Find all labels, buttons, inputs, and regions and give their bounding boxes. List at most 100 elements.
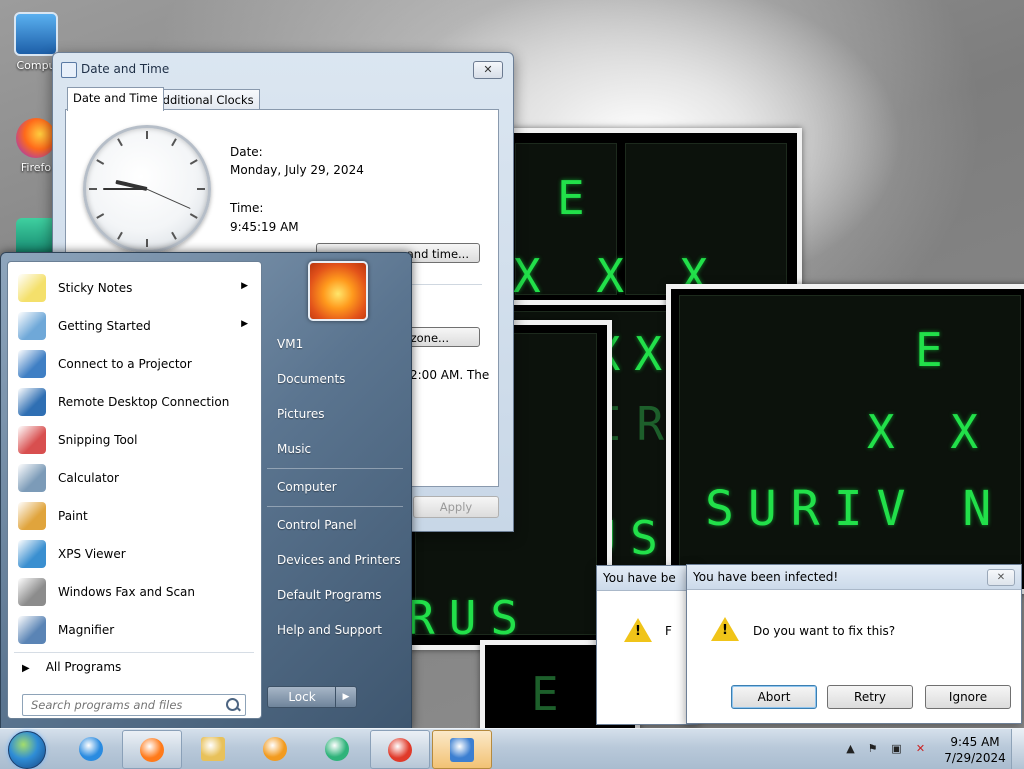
virus-text: X X X [867, 405, 1024, 459]
start-item-label: Calculator [58, 471, 119, 485]
projector-icon [18, 350, 46, 378]
tab-date-and-time[interactable]: Date and Time [67, 87, 164, 111]
app-red-face-icon [388, 738, 412, 762]
dialog-message: Do you want to fix this? [753, 624, 896, 638]
clock-date[interactable]: 7/29/2024 [940, 751, 1010, 765]
remote-desktop-icon [18, 388, 46, 416]
close-button[interactable]: ✕ [473, 61, 503, 79]
desktop-icon-label: Firefo [20, 161, 52, 174]
start-item-paint[interactable]: Paint [12, 498, 258, 534]
retry-button[interactable]: Retry [827, 685, 913, 709]
taskbar: ▲ ⚑ ▣ ✕ 9:45 AM 7/29/2024 [0, 728, 1024, 769]
shutdown-options-arrow-icon[interactable]: ▶ [335, 686, 357, 708]
start-link-music[interactable]: Music [277, 442, 311, 456]
network-icon[interactable]: ▣ [890, 742, 903, 755]
start-link-help-support[interactable]: Help and Support [277, 623, 382, 637]
analog-clock [83, 125, 211, 253]
start-link-user[interactable]: VM1 [277, 337, 303, 351]
start-item-label: Getting Started [58, 319, 151, 333]
start-item-label: Connect to a Projector [58, 357, 192, 371]
submenu-arrow-icon: ▶ [241, 319, 248, 329]
close-button[interactable]: ✕ [987, 569, 1015, 586]
start-menu: Sticky Notes ▶ Getting Started ▶ Connect… [0, 252, 412, 728]
taskbar-date-time[interactable] [432, 730, 492, 769]
taskbar-media-player[interactable] [246, 730, 304, 767]
magnifier-icon [18, 616, 46, 644]
start-item-fax-scan[interactable]: Windows Fax and Scan [12, 574, 258, 610]
minute-hand [103, 188, 147, 190]
search-box[interactable] [22, 694, 246, 716]
show-desktop-button[interactable] [1011, 729, 1024, 769]
user-picture[interactable] [308, 261, 368, 321]
fax-icon [18, 578, 46, 606]
taskbar-internet-explorer[interactable] [62, 730, 120, 767]
start-item-label: Windows Fax and Scan [58, 585, 196, 599]
all-programs-button[interactable]: ▶ All Programs [22, 660, 121, 674]
start-item-projector[interactable]: Connect to a Projector [12, 346, 258, 382]
infected-dialog-back[interactable]: You have be ! F [596, 565, 698, 725]
divider [267, 468, 403, 469]
clock-time[interactable]: 9:45 AM [940, 735, 1010, 749]
apply-button[interactable]: Apply [413, 496, 499, 518]
volume-muted-icon[interactable]: ✕ [914, 742, 927, 755]
calculator-icon [18, 464, 46, 492]
start-button[interactable] [8, 731, 46, 769]
abort-button[interactable]: Abort [731, 685, 817, 709]
taskbar-app-red[interactable] [370, 730, 430, 769]
taskbar-file-explorer[interactable] [184, 730, 242, 767]
time-value: 9:45:19 AM [230, 220, 299, 234]
desktop: Compu Firefo E X X X EXXUS VIRUS XXUS RU… [0, 0, 1024, 728]
file-explorer-icon [201, 737, 225, 761]
taskbar-app-green[interactable] [308, 730, 366, 767]
virus-text: E [531, 667, 573, 721]
dst-info-text: 2:00 AM. The [410, 368, 490, 382]
firefox-icon [140, 738, 164, 762]
start-link-devices-printers[interactable]: Devices and Printers [277, 553, 401, 567]
firefox-icon [16, 118, 56, 158]
infected-dialog[interactable]: You have been infected! ✕ ! Do you want … [686, 564, 1022, 724]
xps-viewer-icon [18, 540, 46, 568]
start-item-remote-desktop[interactable]: Remote Desktop Connection [12, 384, 258, 420]
taskbar-firefox[interactable] [122, 730, 182, 769]
start-link-documents[interactable]: Documents [277, 372, 345, 386]
lock-button[interactable]: Lock [267, 686, 337, 708]
getting-started-icon [18, 312, 46, 340]
start-link-pictures[interactable]: Pictures [277, 407, 325, 421]
ignore-button[interactable]: Ignore [925, 685, 1011, 709]
tab-additional-clocks[interactable]: Additional Clocks [149, 89, 260, 110]
search-icon[interactable] [226, 698, 239, 711]
all-programs-label: All Programs [45, 660, 122, 674]
window-title: Date and Time [81, 62, 170, 76]
start-link-computer[interactable]: Computer [277, 480, 337, 494]
virus-text: SURIV N E X X [705, 481, 1024, 537]
start-item-label: Magnifier [58, 623, 115, 637]
app-green-icon [325, 737, 349, 761]
start-item-snipping-tool[interactable]: Snipping Tool [12, 422, 258, 458]
start-item-label: XPS Viewer [58, 547, 126, 561]
start-item-magnifier[interactable]: Magnifier [12, 612, 258, 648]
start-item-label: Sticky Notes [58, 281, 133, 295]
action-center-flag-icon[interactable]: ⚑ [866, 742, 879, 755]
internet-explorer-icon [79, 737, 103, 761]
dialog-message: F [665, 624, 672, 638]
search-input[interactable] [29, 697, 223, 713]
show-hidden-icons-button[interactable]: ▲ [844, 742, 857, 755]
arrow-right-icon: ▶ [22, 663, 30, 674]
start-menu-programs-panel: Sticky Notes ▶ Getting Started ▶ Connect… [7, 261, 262, 719]
start-link-default-programs[interactable]: Default Programs [277, 588, 382, 602]
virus-text: E [915, 323, 957, 377]
start-item-xps-viewer[interactable]: XPS Viewer [12, 536, 258, 572]
start-item-label: Remote Desktop Connection [58, 395, 230, 409]
paint-palette-icon [18, 502, 46, 530]
start-item-getting-started[interactable]: Getting Started ▶ [12, 308, 258, 344]
clock-icon [61, 62, 77, 78]
start-item-sticky-notes[interactable]: Sticky Notes ▶ [12, 270, 258, 306]
virus-window: E X X X SURIV N E X X [666, 284, 1024, 594]
start-item-calculator[interactable]: Calculator [12, 460, 258, 496]
scissors-icon [18, 426, 46, 454]
sticky-notes-icon [18, 274, 46, 302]
start-item-label: Snipping Tool [58, 433, 138, 447]
desktop-icon-label: Compu [16, 59, 56, 72]
start-link-control-panel[interactable]: Control Panel [277, 518, 357, 532]
date-time-app-icon [450, 738, 474, 762]
